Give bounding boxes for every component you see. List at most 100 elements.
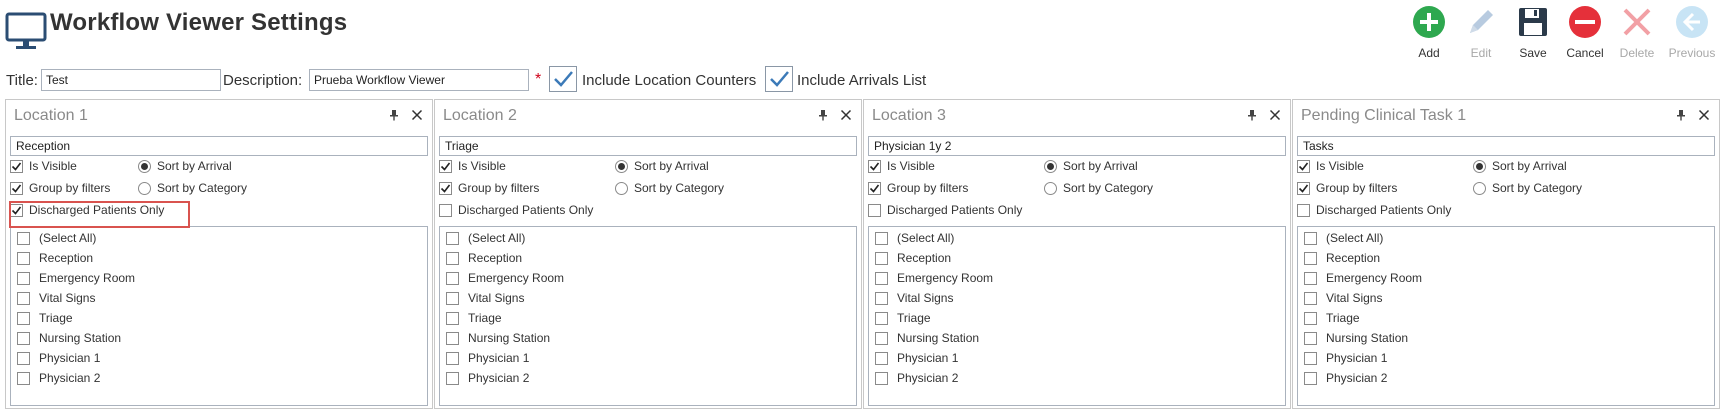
list-item[interactable]: Reception [17, 251, 93, 265]
discharged-patients-only-checkbox[interactable]: Discharged Patients Only [10, 203, 164, 217]
pin-icon[interactable] [1246, 109, 1258, 121]
save-label: Save [1519, 46, 1547, 60]
list-item[interactable]: Physician 2 [1304, 371, 1387, 385]
checkbox-box [875, 291, 888, 305]
previous-button[interactable]: Previous [1663, 4, 1721, 62]
list-item[interactable]: Physician 1 [17, 351, 100, 365]
list-item-label: Vital Signs [897, 291, 954, 305]
radio-circle [615, 181, 628, 195]
group-by-filters-checkbox[interactable]: Group by filters [868, 181, 968, 195]
group-by-filters-checkbox[interactable]: Group by filters [10, 181, 110, 195]
close-icon[interactable] [1269, 109, 1281, 121]
panel-name-input[interactable] [1297, 136, 1715, 156]
list-item[interactable]: Reception [875, 251, 951, 265]
close-icon[interactable] [840, 109, 852, 121]
sort-by-arrival-label: Sort by Arrival [1063, 159, 1138, 173]
list-item[interactable]: Vital Signs [446, 291, 524, 305]
discharged-patients-only-checkbox[interactable]: Discharged Patients Only [439, 203, 593, 217]
list-item[interactable]: Nursing Station [1304, 331, 1408, 345]
checkbox-box [17, 271, 30, 285]
arrow-left-icon [1674, 4, 1710, 40]
list-item[interactable]: Vital Signs [1304, 291, 1382, 305]
list-item[interactable]: Emergency Room [446, 271, 564, 285]
checkbox-box [1304, 231, 1317, 245]
pin-icon[interactable] [1675, 109, 1687, 121]
list-item[interactable]: Reception [1304, 251, 1380, 265]
group-by-filters-checkbox[interactable]: Group by filters [439, 181, 539, 195]
list-item-label: Nursing Station [39, 331, 122, 345]
pin-icon[interactable] [388, 109, 400, 121]
list-item[interactable]: Reception [446, 251, 522, 265]
sort-by-category-radio[interactable]: Sort by Category [138, 181, 247, 195]
toolbar: Add Edit Save Cancel Delete Previous [1403, 4, 1721, 62]
workflow-panel: Location 3 Is Visible Group by filters Disc… [863, 99, 1291, 409]
title-input[interactable] [41, 69, 221, 91]
sort-by-arrival-radio[interactable]: Sort by Arrival [138, 159, 232, 173]
save-button[interactable]: Save [1507, 4, 1559, 62]
add-label: Add [1418, 46, 1440, 60]
is-visible-checkbox[interactable]: Is Visible [10, 159, 77, 173]
is-visible-checkbox[interactable]: Is Visible [1297, 159, 1364, 173]
location-filter-list[interactable]: (Select All) Reception Emergency Room Vital… [10, 226, 428, 406]
list-item[interactable]: Vital Signs [875, 291, 953, 305]
list-item[interactable]: Triage [875, 311, 931, 325]
workflow-panel: Location 2 Is Visible Group by filters Disc… [434, 99, 862, 409]
list-item[interactable]: Triage [446, 311, 502, 325]
list-item[interactable]: Emergency Room [1304, 271, 1422, 285]
sort-by-arrival-radio[interactable]: Sort by Arrival [1044, 159, 1138, 173]
location-filter-list[interactable]: (Select All) Reception Emergency Room Vital… [868, 226, 1286, 406]
location-filter-list[interactable]: (Select All) Reception Emergency Room Vital… [1297, 226, 1715, 406]
list-item[interactable]: (Select All) [446, 231, 525, 245]
discharged-patients-only-checkbox[interactable]: Discharged Patients Only [1297, 203, 1451, 217]
sort-by-category-radio[interactable]: Sort by Category [1473, 181, 1582, 195]
list-item-label: Physician 2 [39, 371, 101, 385]
include-arrivals-list-label: Include Arrivals List [797, 72, 927, 89]
location-filter-list[interactable]: (Select All) Reception Emergency Room Vital… [439, 226, 857, 406]
list-item[interactable]: Physician 2 [17, 371, 100, 385]
list-item[interactable]: Emergency Room [875, 271, 993, 285]
sort-by-category-label: Sort by Category [157, 181, 248, 195]
description-input[interactable] [309, 69, 529, 91]
panel-name-input[interactable] [439, 136, 857, 156]
panel-name-input[interactable] [10, 136, 428, 156]
is-visible-checkbox[interactable]: Is Visible [868, 159, 935, 173]
list-item[interactable]: (Select All) [1304, 231, 1383, 245]
group-by-filters-checkbox[interactable]: Group by filters [1297, 181, 1397, 195]
delete-button[interactable]: Delete [1611, 4, 1663, 62]
sort-by-category-radio[interactable]: Sort by Category [1044, 181, 1153, 195]
list-item[interactable]: Nursing Station [446, 331, 550, 345]
list-item[interactable]: Physician 1 [1304, 351, 1387, 365]
include-location-counters-checkbox[interactable] [549, 66, 577, 92]
list-item[interactable]: Triage [17, 311, 73, 325]
list-item-label: Reception [39, 251, 94, 265]
workflow-panel: Pending Clinical Task 1 Is Visible Group b… [1292, 99, 1720, 409]
panel-name-input[interactable] [868, 136, 1286, 156]
cancel-button[interactable]: Cancel [1559, 4, 1611, 62]
list-item[interactable]: Nursing Station [17, 331, 121, 345]
list-item[interactable]: (Select All) [17, 231, 96, 245]
list-item-label: Reception [897, 251, 952, 265]
sort-by-category-radio[interactable]: Sort by Category [615, 181, 724, 195]
edit-button[interactable]: Edit [1455, 4, 1507, 62]
list-item[interactable]: Physician 1 [875, 351, 958, 365]
list-item[interactable]: Physician 2 [446, 371, 529, 385]
list-item[interactable]: Vital Signs [17, 291, 95, 305]
sort-by-arrival-radio[interactable]: Sort by Arrival [615, 159, 709, 173]
list-item[interactable]: Emergency Room [17, 271, 135, 285]
list-item[interactable]: Physician 1 [446, 351, 529, 365]
discharged-patients-only-checkbox[interactable]: Discharged Patients Only [868, 203, 1022, 217]
checkbox-box [446, 251, 459, 265]
is-visible-checkbox[interactable]: Is Visible [439, 159, 506, 173]
list-item[interactable]: (Select All) [875, 231, 954, 245]
list-item-label: Triage [1326, 311, 1360, 325]
add-button[interactable]: Add [1403, 4, 1455, 62]
pin-icon[interactable] [817, 109, 829, 121]
list-item[interactable]: Triage [1304, 311, 1360, 325]
list-item[interactable]: Nursing Station [875, 331, 979, 345]
include-arrivals-list-checkbox[interactable] [765, 66, 793, 92]
check-icon [440, 162, 451, 171]
close-icon[interactable] [411, 109, 423, 121]
list-item[interactable]: Physician 2 [875, 371, 958, 385]
close-icon[interactable] [1698, 109, 1710, 121]
sort-by-arrival-radio[interactable]: Sort by Arrival [1473, 159, 1567, 173]
